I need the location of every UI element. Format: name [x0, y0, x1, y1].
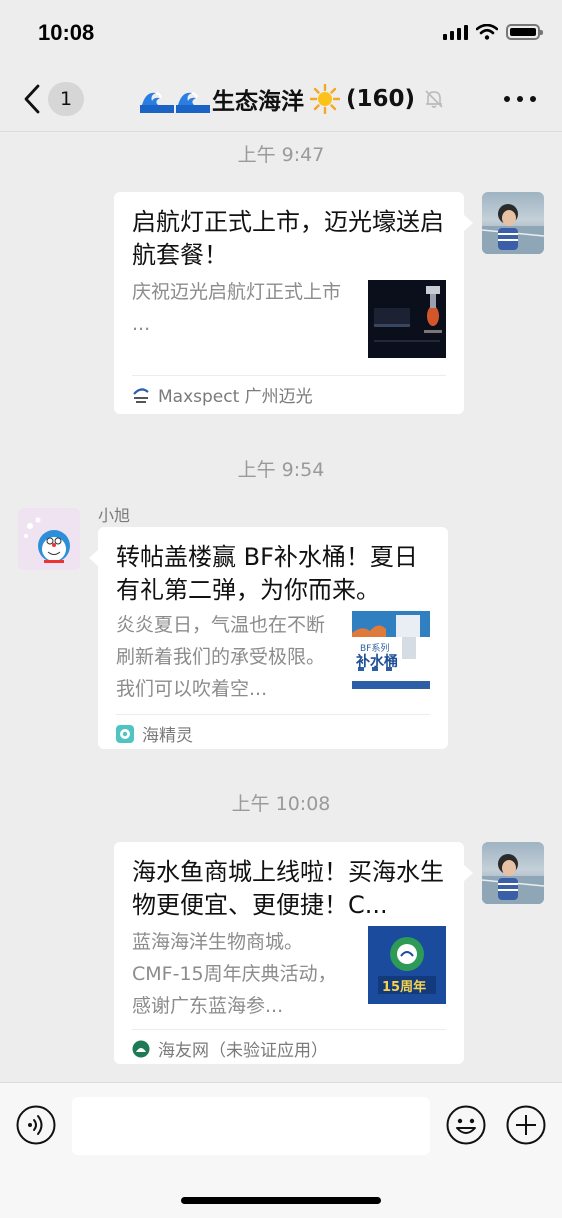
card-divider [132, 375, 446, 376]
emoji-icon[interactable] [446, 1105, 486, 1145]
status-icons [443, 24, 543, 40]
wifi-icon [476, 24, 498, 40]
chat-header: 1 生态海洋 (160) [0, 68, 562, 132]
message-timestamp: 上午 10:08 [231, 793, 331, 815]
voice-icon[interactable] [16, 1105, 56, 1145]
card-description: 炎炎夏日，气温也在不断刷新着我们的承受极限。我们可以吹着空... [116, 614, 326, 700]
card-title: 启航灯正式上市，迈光壕送启航套餐！ [132, 208, 444, 269]
unread-count-badge[interactable]: 1 [48, 82, 84, 116]
thumb-text: 补水桶 [356, 654, 398, 670]
card-thumbnail [368, 280, 446, 358]
link-card[interactable]: 海水鱼商城上线啦！买海水生物更便宜、更便捷！C... 蓝海海洋生物商城。CMF-… [114, 842, 473, 1064]
card-source: Maxspect 广州迈光 [132, 382, 313, 407]
maxspect-logo-icon [133, 387, 149, 403]
card-source-name: 海友网（未验证应用） [158, 1041, 328, 1061]
message-timestamp: 上午 9:47 [237, 144, 325, 166]
card-thumbnail: 15周年 [368, 926, 446, 1004]
card-thumbnail: BF系列 补水桶 [352, 611, 430, 689]
card-source: 海友网（未验证应用） [132, 1036, 328, 1061]
avatar[interactable] [482, 842, 544, 904]
card-divider [116, 714, 430, 715]
status-time: 10:08 [38, 20, 95, 45]
link-card[interactable]: 转帖盖楼赢 BF补水桶！夏日有礼第二弹，为你而来。 炎炎夏日，气温也在不断刷新着… [89, 527, 448, 749]
card-title: 海水鱼商城上线啦！买海水生物更便宜、更便捷！C... [132, 858, 444, 919]
status-bar: 10:08 [0, 0, 562, 68]
more-icon[interactable] [504, 96, 536, 102]
thumb-text: 15周年 [382, 980, 427, 995]
card-source-name: 海精灵 [142, 726, 193, 746]
chat-title[interactable]: 生态海洋 (160) [140, 82, 445, 116]
card-description: 蓝海海洋生物商城。CMF-15周年庆典活动，感谢广东蓝海参... [132, 931, 337, 1017]
sender-name: 小旭 [98, 506, 131, 525]
member-count: (160) [346, 86, 416, 112]
sun-icon [310, 84, 340, 114]
group-name: 生态海洋 [212, 89, 304, 115]
battery-icon [506, 24, 543, 40]
wave-icon [176, 92, 210, 113]
card-source-name: Maxspect 广州迈光 [158, 387, 313, 407]
cellular-signal-icon [443, 24, 468, 40]
message-input[interactable] [72, 1097, 430, 1155]
card-source: 海精灵 [116, 721, 193, 746]
card-title: 转帖盖楼赢 BF补水桶！夏日有礼第二弹，为你而来。 [116, 543, 418, 604]
haijingling-logo-icon [116, 724, 134, 743]
plus-icon[interactable] [506, 1105, 546, 1145]
link-card[interactable]: 启航灯正式上市，迈光壕送启航套餐！ 庆祝迈光启航灯正式上市 ... Maxspe… [114, 192, 473, 414]
message-timestamp: 上午 9:54 [237, 459, 325, 481]
back-chevron-icon[interactable] [20, 82, 44, 116]
home-indicator[interactable] [181, 1197, 381, 1204]
avatar[interactable] [18, 508, 80, 570]
card-description: 庆祝迈光启航灯正式上市 ... [132, 281, 342, 335]
avatar[interactable] [482, 192, 544, 254]
haiyou-logo-icon [132, 1040, 150, 1057]
mute-bell-icon [425, 90, 443, 108]
card-divider [132, 1029, 446, 1030]
wave-icon [140, 92, 174, 113]
